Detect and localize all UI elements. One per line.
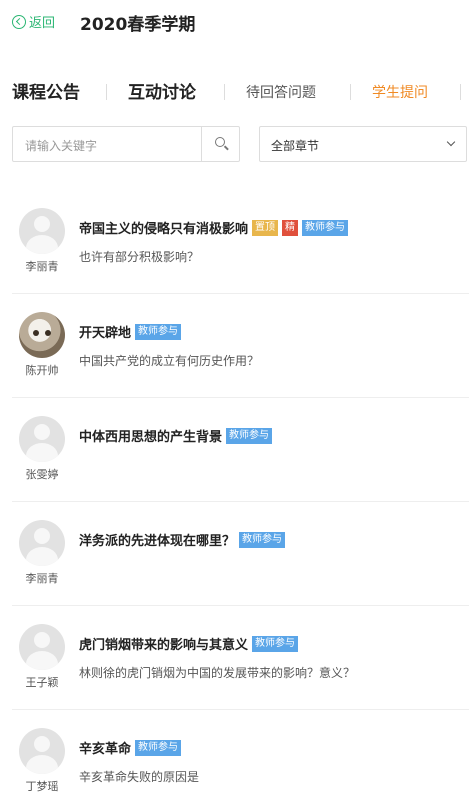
avatar <box>19 624 65 670</box>
featured-badge: 精 <box>282 219 299 236</box>
teacher-participated-badge: 教师参与 <box>226 427 273 444</box>
list-item[interactable]: 李丽青 洋务派的先进体现在哪里？ 教师参与 <box>12 502 469 606</box>
question-title-text: 中体西用思想的产生背景 <box>79 430 223 445</box>
list-item[interactable]: 丁梦瑶 辛亥革命 教师参与 辛亥革命失败的原因是 <box>12 710 469 800</box>
teacher-participated-badge: 教师参与 <box>252 635 299 652</box>
pinned-badge: 置顶 <box>252 219 279 236</box>
teacher-participated-badge: 教师参与 <box>239 531 286 548</box>
user-name: 李丽青 <box>25 260 59 273</box>
back-button[interactable]: 返回 <box>12 12 55 31</box>
search-icon <box>215 137 225 147</box>
tab-student-questions[interactable]: 学生提问 <box>372 82 428 102</box>
avatar <box>19 208 65 254</box>
search-button[interactable] <box>201 127 239 161</box>
question-title[interactable]: 中体西用思想的产生背景 教师参与 <box>79 426 273 445</box>
avatar <box>19 312 65 358</box>
tab-divider <box>350 84 351 100</box>
teacher-participated-badge: 教师参与 <box>135 323 182 340</box>
tab-pending-questions[interactable]: 待回答问题 <box>246 82 316 102</box>
tab-divider <box>106 84 107 100</box>
list-item[interactable]: 李丽青 帝国主义的侵略只有消极影响 置顶 精 教师参与 也许有部分积极影响？ <box>12 190 469 294</box>
question-title[interactable]: 帝国主义的侵略只有消极影响 置顶 精 教师参与 <box>79 218 349 237</box>
chevron-down-icon <box>446 137 456 147</box>
avatar <box>19 520 65 566</box>
chapter-select[interactable]: 全部章节 <box>259 126 467 162</box>
back-arrow-icon <box>12 14 26 29</box>
question-description: 也许有部分积极影响？ <box>79 250 200 264</box>
list-item[interactable]: 张雯婷 中体西用思想的产生背景 教师参与 <box>12 398 469 502</box>
teacher-participated-badge: 教师参与 <box>302 219 349 236</box>
question-title[interactable]: 开天辟地 教师参与 <box>79 322 182 341</box>
question-list: 李丽青 帝国主义的侵略只有消极影响 置顶 精 教师参与 也许有部分积极影响？ 陈… <box>12 190 469 800</box>
user-name: 李丽青 <box>25 572 59 585</box>
user-name: 王子颖 <box>25 676 59 689</box>
tab-divider <box>224 84 225 100</box>
tab-bar: 课程公告 互动讨论 待回答问题 学生提问 <box>0 78 469 110</box>
search-placeholder: 请输入关键字 <box>25 139 98 153</box>
question-description: 林则徐的虎门销烟为中国的发展带来的影响？意义？ <box>79 666 356 680</box>
avatar <box>19 728 65 774</box>
user-name: 张雯婷 <box>25 468 59 481</box>
tab-interactive-discussion[interactable]: 互动讨论 <box>128 78 196 103</box>
question-title[interactable]: 洋务派的先进体现在哪里？ 教师参与 <box>79 530 286 549</box>
teacher-participated-badge: 教师参与 <box>135 739 182 756</box>
question-description: 中国共产党的成立有何历史作用？ <box>79 354 260 368</box>
question-title-text: 辛亥革命 <box>79 742 132 757</box>
question-title-text: 虎门销烟带来的影响与其意义 <box>79 638 249 653</box>
question-title-text: 开天辟地 <box>79 326 132 341</box>
back-label: 返回 <box>29 16 56 31</box>
tab-divider <box>460 84 461 100</box>
user-name: 丁梦瑶 <box>25 780 59 793</box>
search-input[interactable]: 请输入关键字 <box>12 126 240 162</box>
question-title-text: 洋务派的先进体现在哪里？ <box>79 534 236 549</box>
chapter-select-value: 全部章节 <box>271 139 320 153</box>
avatar <box>19 416 65 462</box>
question-title-text: 帝国主义的侵略只有消极影响 <box>79 222 249 237</box>
list-item[interactable]: 王子颖 虎门销烟带来的影响与其意义 教师参与 林则徐的虎门销烟为中国的发展带来的… <box>12 606 469 710</box>
tab-course-announcements[interactable]: 课程公告 <box>12 78 80 103</box>
question-description: 辛亥革命失败的原因是 <box>79 770 200 784</box>
question-title[interactable]: 虎门销烟带来的影响与其意义 教师参与 <box>79 634 299 653</box>
list-item[interactable]: 陈开帅 开天辟地 教师参与 中国共产党的成立有何历史作用？ <box>12 294 469 398</box>
question-title[interactable]: 辛亥革命 教师参与 <box>79 738 182 757</box>
page-title: 2020春季学期 <box>80 15 196 35</box>
user-name: 陈开帅 <box>25 364 59 377</box>
top-bar: 返回 2020春季学期 <box>0 0 469 44</box>
